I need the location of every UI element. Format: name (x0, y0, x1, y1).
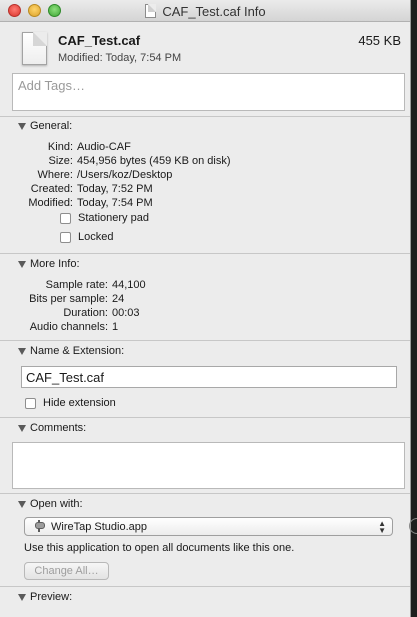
more-info-row-duration: Duration: 00:03 (0, 306, 140, 320)
section-comments-header[interactable]: Comments: (18, 422, 86, 434)
file-name: CAF_Test.caf (58, 33, 141, 48)
tags-placeholder: Add Tags… (18, 78, 85, 93)
section-preview-title: Preview: (30, 591, 73, 603)
more-info-value: 44,100 (112, 279, 146, 291)
stationery-pad-checkbox[interactable] (60, 212, 71, 224)
hide-extension-label: Hide extension (43, 397, 116, 409)
disclosure-triangle-icon[interactable] (18, 593, 26, 601)
section-name-extension-header[interactable]: Name & Extension: (18, 345, 124, 357)
general-value: /Users/koz/Desktop (77, 169, 173, 181)
general-row-kind: Kind: Audio-CAF (0, 140, 131, 154)
general-value: Today, 7:52 PM (77, 183, 153, 195)
change-all-button[interactable]: Change All… (24, 562, 109, 580)
more-info-key: Sample rate: (45, 279, 108, 291)
general-value: Today, 7:54 PM (77, 197, 153, 209)
general-key: Created: (30, 183, 73, 195)
more-info-row-channels: Audio channels: 1 (0, 320, 118, 334)
disclosure-triangle-icon[interactable] (18, 347, 26, 355)
open-with-description: Use this application to open all documen… (24, 542, 295, 554)
divider (0, 253, 410, 254)
disclosure-triangle-icon[interactable] (18, 500, 26, 508)
disclosure-triangle-icon[interactable] (18, 122, 26, 130)
hide-extension-checkbox[interactable] (25, 397, 36, 409)
more-info-key: Audio channels: (29, 321, 108, 333)
general-row-created: Created: Today, 7:52 PM (0, 182, 153, 196)
more-info-value: 1 (112, 321, 119, 333)
name-field-value: CAF_Test.caf (26, 370, 105, 385)
stationery-pad-label: Stationery pad (78, 212, 149, 224)
file-size: 455 KB (358, 33, 401, 48)
section-more-info-header[interactable]: More Info: (18, 258, 80, 270)
locked-label: Locked (78, 231, 114, 243)
general-row-where: Where: /Users/koz/Desktop (0, 168, 173, 182)
general-row-modified: Modified: Today, 7:54 PM (0, 196, 153, 210)
divider (0, 417, 410, 418)
general-key: Where: (37, 169, 73, 181)
more-info-value: 00:03 (112, 307, 140, 319)
info-window: CAF_Test.caf Info CAF_Test.caf 455 KB Mo… (0, 0, 411, 617)
general-key: Size: (48, 155, 73, 167)
title-bar[interactable]: CAF_Test.caf Info (0, 0, 410, 22)
modified-date: Modified: Today, 7:54 PM (58, 52, 182, 64)
document-icon (145, 4, 157, 18)
comments-textarea[interactable] (12, 442, 405, 489)
disclosure-triangle-icon[interactable] (18, 260, 26, 268)
disclosure-triangle-icon[interactable] (18, 424, 26, 432)
open-with-popup[interactable]: WireTap Studio.app ▲ ▼ (24, 517, 393, 536)
section-open-with-header[interactable]: Open with: (18, 498, 83, 510)
more-info-value: 24 (112, 293, 125, 305)
general-value: Audio-CAF (77, 141, 131, 153)
open-with-selected: WireTap Studio.app (51, 520, 147, 533)
divider (0, 493, 410, 494)
section-general-title: General: (30, 120, 73, 132)
section-comments-title: Comments: (30, 422, 87, 434)
name-field[interactable]: CAF_Test.caf (21, 366, 397, 388)
section-general-header[interactable]: General: (18, 120, 72, 132)
section-open-with-title: Open with: (30, 498, 83, 510)
more-info-row-sample-rate: Sample rate: 44,100 (0, 278, 146, 292)
file-document-icon[interactable] (22, 32, 47, 65)
tags-field[interactable]: Add Tags… (12, 73, 405, 111)
section-preview-header[interactable]: Preview: (18, 591, 72, 603)
window-title-group: CAF_Test.caf Info (0, 0, 410, 22)
window-title: CAF_Test.caf Info (162, 3, 266, 19)
file-header: CAF_Test.caf 455 KB Modified: Today, 7:5… (0, 22, 410, 72)
divider (0, 586, 410, 587)
locked-checkbox[interactable] (60, 231, 71, 243)
change-all-label: Change All… (34, 565, 99, 577)
general-key: Modified: (28, 197, 73, 209)
general-value: 454,956 bytes (459 KB on disk) (77, 155, 231, 167)
divider (0, 340, 410, 341)
divider (0, 116, 410, 117)
more-info-row-bits: Bits per sample: 24 (0, 292, 124, 306)
general-row-size: Size: 454,956 bytes (459 KB on disk) (0, 154, 231, 168)
section-name-extension-title: Name & Extension: (30, 345, 125, 357)
stationery-pad-option[interactable]: Stationery pad (60, 212, 149, 224)
popup-updown-arrows-icon: ▲ ▼ (378, 519, 386, 535)
locked-option[interactable]: Locked (60, 231, 113, 243)
section-more-info-title: More Info: (30, 258, 80, 270)
more-info-key: Duration: (63, 307, 108, 319)
general-key: Kind: (47, 141, 73, 153)
more-info-key: Bits per sample: (29, 293, 108, 305)
hide-extension-option[interactable]: Hide extension (25, 397, 116, 409)
microphone-app-icon (33, 519, 45, 534)
